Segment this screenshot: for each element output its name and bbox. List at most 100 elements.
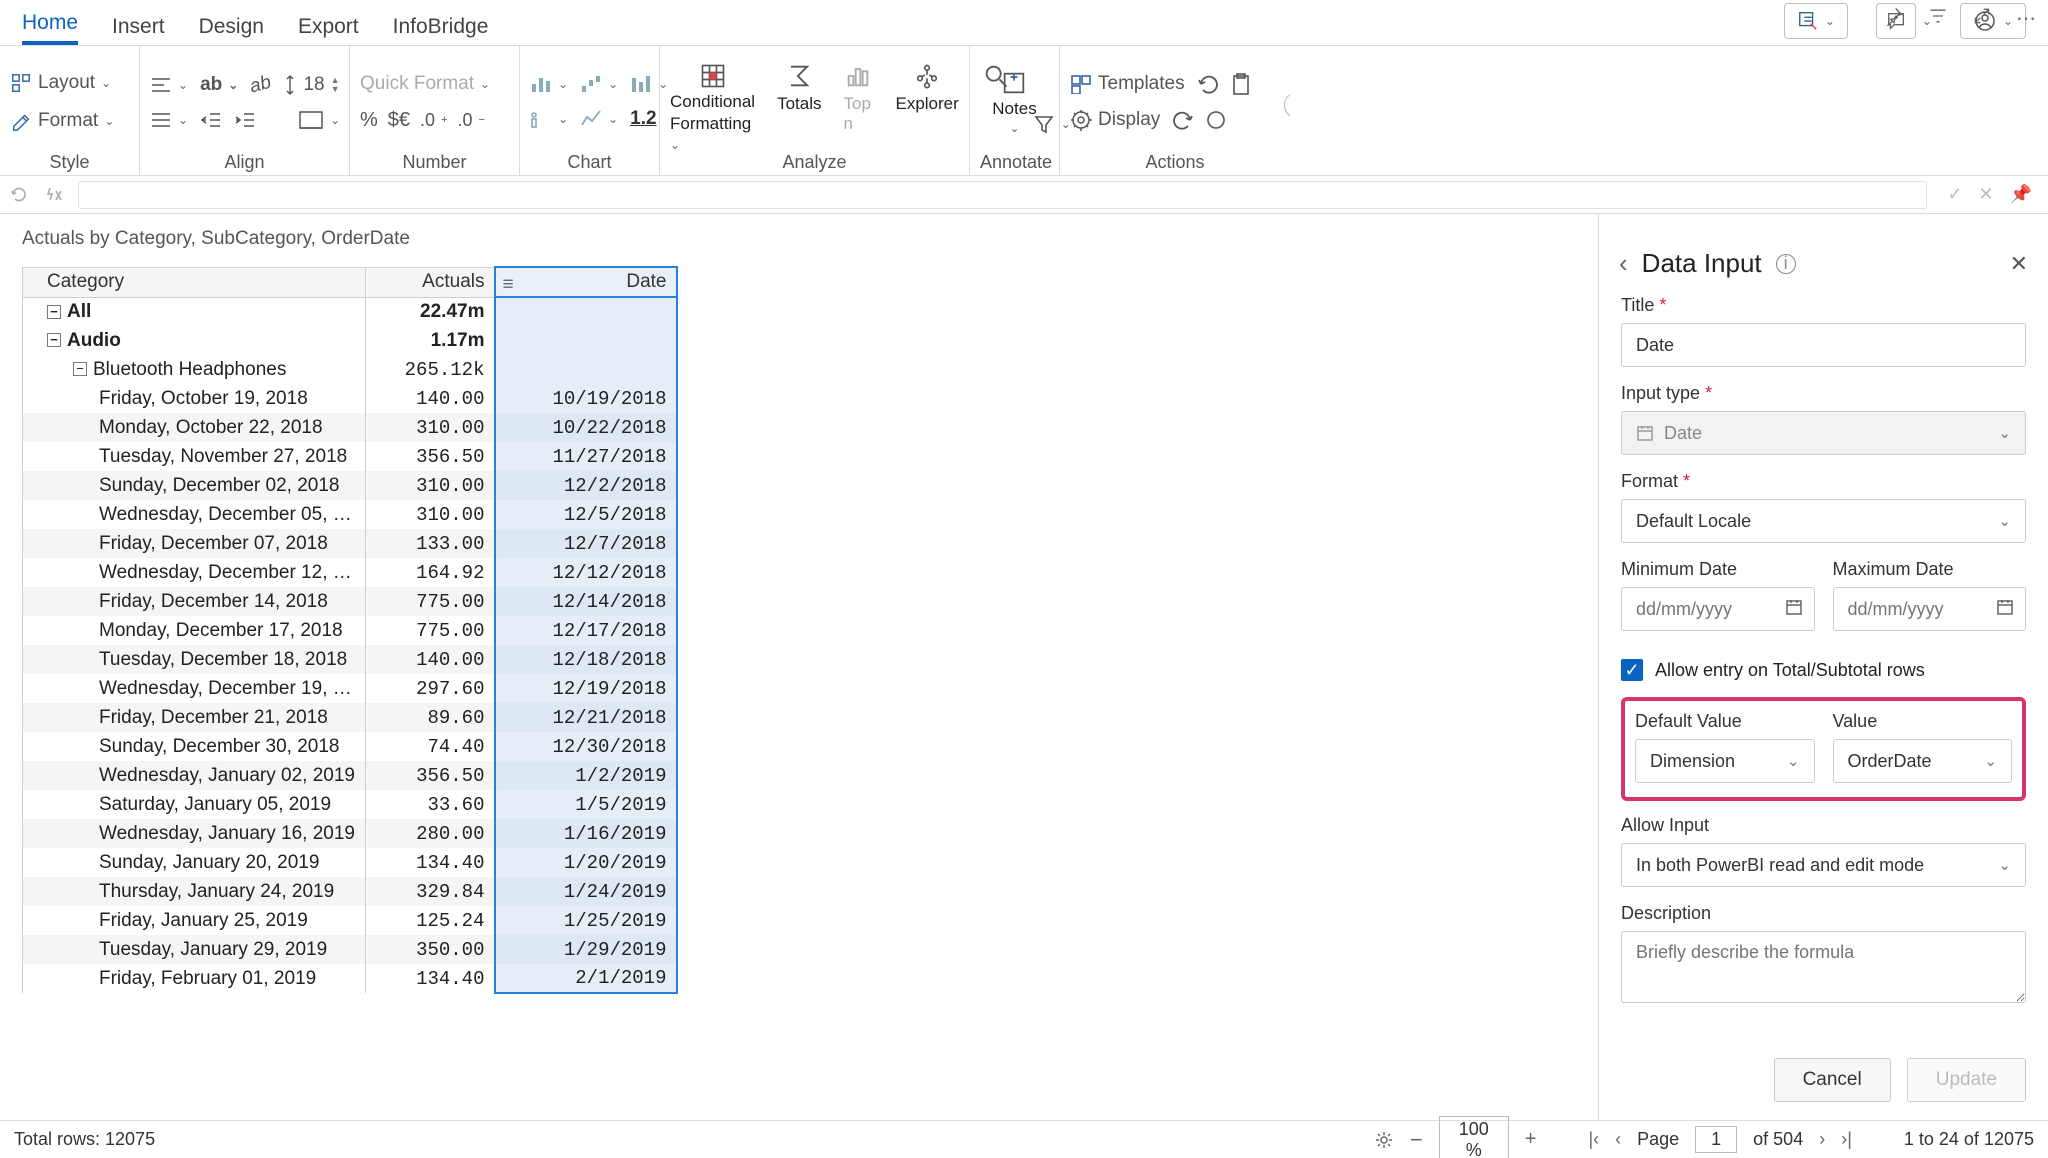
table-row[interactable]: Friday, December 21, 201889.6012/21/2018 (23, 703, 678, 732)
fit-button[interactable]: ⌄ (298, 110, 340, 130)
calendar-icon[interactable] (1785, 598, 1803, 616)
decrease-decimal[interactable]: .0− (458, 110, 485, 131)
indent[interactable] (234, 110, 256, 130)
calendar-icon[interactable] (1996, 598, 2014, 616)
layout-button[interactable]: Layout⌄ (10, 72, 114, 94)
check-icon[interactable]: ✓ (1947, 184, 1962, 205)
format-button[interactable]: Format⌄ (10, 110, 114, 132)
table-row[interactable]: Friday, December 14, 2018775.0012/14/201… (23, 587, 678, 616)
table-row[interactable]: Sunday, January 20, 2019134.401/20/2019 (23, 848, 678, 877)
format-select[interactable]: Default Locale ⌄ (1621, 499, 2026, 543)
table-row[interactable]: Thursday, January 24, 2019329.841/24/201… (23, 877, 678, 906)
clipboard-button[interactable] (1231, 73, 1251, 95)
conditional-formatting[interactable]: Conditional Formatting ⌄ (670, 62, 755, 154)
table-row[interactable]: −Audio1.17m (23, 326, 678, 355)
next-page[interactable]: › (1819, 1129, 1825, 1150)
tab-design[interactable]: Design (199, 15, 264, 45)
topn-button[interactable]: Top n (843, 62, 873, 134)
table-row[interactable]: Sunday, December 30, 201874.4012/30/2018 (23, 732, 678, 761)
writeback-tool[interactable]: ⌄ (1784, 3, 1848, 39)
expand-icon[interactable] (1972, 6, 1994, 28)
info-icon[interactable]: i (1776, 254, 1796, 274)
font-size[interactable]: 18 ▲▼ (283, 74, 339, 96)
templates-button[interactable]: Templates (1070, 73, 1185, 95)
table-row[interactable]: Friday, January 25, 2019125.241/25/2019 (23, 906, 678, 935)
update-button[interactable]: Update (1907, 1058, 2026, 1102)
pin-icon[interactable] (1884, 6, 1906, 28)
allow-totals-checkbox[interactable]: ✓ Allow entry on Total/Subtotal rows (1621, 659, 2026, 681)
back-icon[interactable]: ‹ (1619, 248, 1628, 279)
waterfall-chart[interactable]: ⌄ (580, 74, 618, 94)
formula-input[interactable] (78, 181, 1927, 209)
x-icon[interactable]: ✕ (1978, 184, 1993, 205)
table-row[interactable]: Wednesday, January 02, 2019356.501/2/201… (23, 761, 678, 790)
align-vert[interactable]: ⌄ (150, 110, 188, 130)
zoom-out[interactable]: − (1410, 1127, 1423, 1153)
table-row[interactable]: Tuesday, January 29, 2019350.001/29/2019 (23, 935, 678, 964)
bar-chart[interactable]: ⌄ (530, 74, 568, 94)
table-row[interactable]: Tuesday, December 18, 2018140.0012/18/20… (23, 645, 678, 674)
description-textarea[interactable] (1621, 931, 2026, 1003)
prev-page[interactable]: ‹ (1615, 1129, 1621, 1150)
tab-export[interactable]: Export (298, 15, 359, 45)
table-row[interactable]: Saturday, January 05, 201933.601/5/2019 (23, 790, 678, 819)
zoom-value[interactable]: 100 % (1439, 1116, 1509, 1158)
table-row[interactable]: −All22.47m (23, 297, 678, 326)
table-row[interactable]: Friday, February 01, 2019134.402/1/2019 (23, 964, 678, 993)
outdent[interactable] (200, 110, 222, 130)
quick-format[interactable]: Quick Format⌄ (360, 73, 490, 95)
align-horiz[interactable]: ⌄ (150, 75, 188, 95)
zoom-in[interactable]: + (1525, 1128, 1537, 1151)
close-icon[interactable]: ✕ (2010, 251, 2028, 277)
col-date[interactable]: ≡ Date (495, 267, 677, 297)
display-button[interactable]: Display (1070, 109, 1160, 131)
explorer-button[interactable]: Explorer (895, 62, 958, 114)
title-input[interactable] (1621, 323, 2026, 367)
allow-input-select[interactable]: In both PowerBI read and edit mode ⌄ (1621, 843, 2026, 887)
undo-fb-icon[interactable] (10, 185, 30, 205)
undo-button[interactable] (1197, 74, 1219, 94)
tab-insert[interactable]: Insert (112, 15, 165, 45)
tab-home[interactable]: Home (22, 11, 78, 45)
one-two[interactable]: 1.2 (630, 108, 656, 130)
totals-button[interactable]: Totals (777, 62, 821, 114)
rotate-text[interactable]: ab (248, 72, 274, 99)
value-select[interactable]: OrderDate ⌄ (1833, 739, 2013, 783)
table-row[interactable]: Tuesday, November 27, 2018356.5011/27/20… (23, 442, 678, 471)
more-icon[interactable]: ⋯ (2016, 6, 2038, 28)
table-row[interactable]: Monday, October 22, 2018310.0010/22/2018 (23, 413, 678, 442)
table-row[interactable]: Sunday, December 02, 2018310.0012/2/2018 (23, 471, 678, 500)
misc-button[interactable] (1206, 110, 1226, 130)
tab-infobridge[interactable]: InfoBridge (393, 15, 489, 45)
gear-icon[interactable] (1374, 1130, 1394, 1150)
col-actuals[interactable]: Actuals (365, 267, 495, 297)
table-row[interactable]: Friday, October 19, 2018140.0010/19/2018 (23, 384, 678, 413)
table-row[interactable]: Wednesday, December 12, …164.9212/12/201… (23, 558, 678, 587)
table-row[interactable]: Wednesday, December 19, …297.6012/19/201… (23, 674, 678, 703)
last-page[interactable]: ›| (1841, 1129, 1852, 1150)
input-type-select[interactable]: Date ⌄ (1621, 411, 2026, 455)
page-input[interactable]: 1 (1695, 1126, 1737, 1153)
notes-label: Notes (992, 99, 1036, 119)
increase-decimal[interactable]: .0+ (420, 110, 447, 131)
pin-fb-icon[interactable]: 📌 (2010, 184, 2032, 205)
redo-button[interactable] (1172, 110, 1194, 130)
line-chart[interactable]: ⌄ (580, 109, 618, 129)
ribbon-scroll-right[interactable]: › (1284, 92, 1290, 118)
currency-button[interactable]: $€ (388, 109, 410, 132)
notes-button[interactable]: Notes ⌄ (992, 69, 1036, 135)
default-value-select[interactable]: Dimension ⌄ (1635, 739, 1815, 783)
table-row[interactable]: Wednesday, December 05, …310.0012/5/2018 (23, 500, 678, 529)
filter-icon[interactable] (1928, 6, 1950, 28)
pin-chart[interactable]: ⌄ (530, 109, 568, 129)
col-category[interactable]: Category (23, 267, 366, 297)
first-page[interactable]: |‹ (1588, 1129, 1599, 1150)
table-row[interactable]: Wednesday, January 16, 2019280.001/16/20… (23, 819, 678, 848)
table-row[interactable]: Monday, December 17, 2018775.0012/17/201… (23, 616, 678, 645)
percent-button[interactable]: % (360, 109, 378, 132)
fx-icon[interactable] (44, 185, 64, 205)
wrap-text[interactable]: ab⌄ (200, 74, 238, 96)
cancel-button[interactable]: Cancel (1774, 1058, 1891, 1102)
table-row[interactable]: −Bluetooth Headphones265.12k (23, 355, 678, 384)
table-row[interactable]: Friday, December 07, 2018133.0012/7/2018 (23, 529, 678, 558)
